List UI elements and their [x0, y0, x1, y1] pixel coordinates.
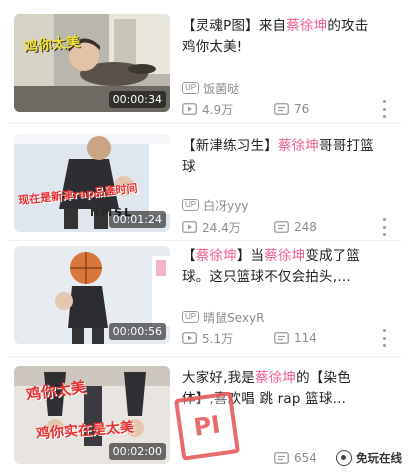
- video-item[interactable]: 鸡你太美 00:00:34 【灵魂P图】来自蔡徐坤的攻击鸡你太美! UP 饭菌哒…: [0, 14, 409, 134]
- title-text: 大家好,我是: [182, 370, 255, 386]
- title-text: 【新津练习生】: [182, 138, 278, 154]
- comment-count: 76: [274, 102, 309, 116]
- uploader-name: 饭菌哒: [203, 81, 240, 96]
- video-item[interactable]: 现在是新津rap品鉴时间 NMSL 00:01:24 【新津练习生】蔡徐坤哥哥打…: [0, 134, 409, 254]
- video-duration: 00:00:34: [108, 91, 166, 108]
- video-title[interactable]: 【蔡徐坤】当蔡徐坤变成了篮球。这只篮球不仅会拍头,…: [182, 246, 382, 288]
- view-count: 4.9万: [182, 101, 274, 118]
- divider: [8, 356, 401, 357]
- comment-count: 248: [274, 220, 317, 234]
- video-title[interactable]: 【灵魂P图】来自蔡徐坤的攻击鸡你太美!: [182, 16, 382, 58]
- video-thumbnail[interactable]: 现在是新津rap品鉴时间 NMSL 00:01:24: [14, 134, 170, 232]
- view-count-value: 24.4万: [202, 220, 241, 235]
- comment-icon: [274, 332, 289, 344]
- play-count-icon: [182, 332, 197, 344]
- video-thumbnail[interactable]: 鸡你太美 00:00:34: [14, 14, 170, 112]
- divider: [8, 240, 401, 241]
- more-vertical-icon[interactable]: [378, 218, 390, 236]
- view-count-value: 5.1万: [202, 331, 234, 346]
- play-count-icon: [182, 103, 197, 115]
- comment-count: 654: [274, 451, 317, 465]
- view-count-value: 4.9万: [202, 102, 234, 117]
- title-highlight: 蔡徐坤: [277, 138, 320, 154]
- comment-count-value: 654: [294, 451, 317, 465]
- video-thumbnail[interactable]: 00:00:56: [14, 246, 170, 344]
- uploader-row[interactable]: UP 白冴yyy: [182, 197, 248, 213]
- comment-count-value: 248: [294, 220, 317, 234]
- comment-icon: [274, 103, 289, 115]
- uploader-name: 晴鼠SexyR: [203, 310, 265, 325]
- play-count-icon: [182, 221, 197, 233]
- uploader-row[interactable]: UP 饭菌哒: [182, 80, 239, 96]
- title-text: 】当: [236, 248, 265, 264]
- title-highlight: 蔡徐坤: [286, 18, 328, 34]
- up-badge-icon: UP: [182, 82, 200, 94]
- video-item[interactable]: 00:00:56 【蔡徐坤】当蔡徐坤变成了篮球。这只篮球不仅会拍头,… UP 晴…: [0, 246, 409, 366]
- video-duration: 00:02:00: [108, 443, 166, 460]
- pi-stamp: PI: [173, 391, 241, 461]
- video-duration: 00:00:56: [108, 323, 166, 340]
- comment-count-value: 76: [294, 102, 310, 116]
- view-count: 24.4万: [182, 219, 274, 236]
- more-vertical-icon[interactable]: [378, 329, 390, 347]
- divider: [8, 123, 401, 124]
- uploader-name: 白冴yyy: [203, 198, 249, 213]
- title-highlight: 蔡徐坤: [255, 370, 297, 386]
- video-feed: 鸡你太美 00:00:34 【灵魂P图】来自蔡徐坤的攻击鸡你太美! UP 饭菌哒…: [0, 0, 409, 476]
- watermark-logo-icon: [336, 450, 352, 466]
- comment-icon: [274, 452, 289, 464]
- title-highlight: 蔡徐坤: [264, 248, 306, 264]
- comment-icon: [274, 221, 289, 233]
- watermark-text: 免玩在线: [356, 451, 402, 465]
- video-title[interactable]: 【新津练习生】蔡徐坤哥哥打篮球: [182, 136, 382, 178]
- more-vertical-icon[interactable]: [378, 100, 390, 118]
- up-badge-icon: UP: [182, 199, 200, 211]
- title-highlight: 蔡徐坤: [195, 248, 237, 264]
- watermark: 免玩在线: [336, 447, 402, 469]
- title-text: 【: [182, 248, 196, 264]
- title-text: 【灵魂P图】来自: [182, 18, 287, 34]
- stats-row: 24.4万 248: [182, 219, 372, 235]
- up-badge-icon: UP: [182, 311, 200, 323]
- stats-row: 4.9万 76: [182, 101, 372, 117]
- view-count: 5.1万: [182, 330, 274, 347]
- stats-row: 5.1万 114: [182, 330, 372, 346]
- uploader-row[interactable]: UP 晴鼠SexyR: [182, 309, 264, 325]
- comment-count-value: 114: [294, 331, 317, 345]
- video-duration: 00:01:24: [108, 211, 166, 228]
- video-thumbnail[interactable]: 鸡你太美 鸡你实在是太美 00:02:00: [14, 366, 170, 464]
- comment-count: 114: [274, 331, 317, 345]
